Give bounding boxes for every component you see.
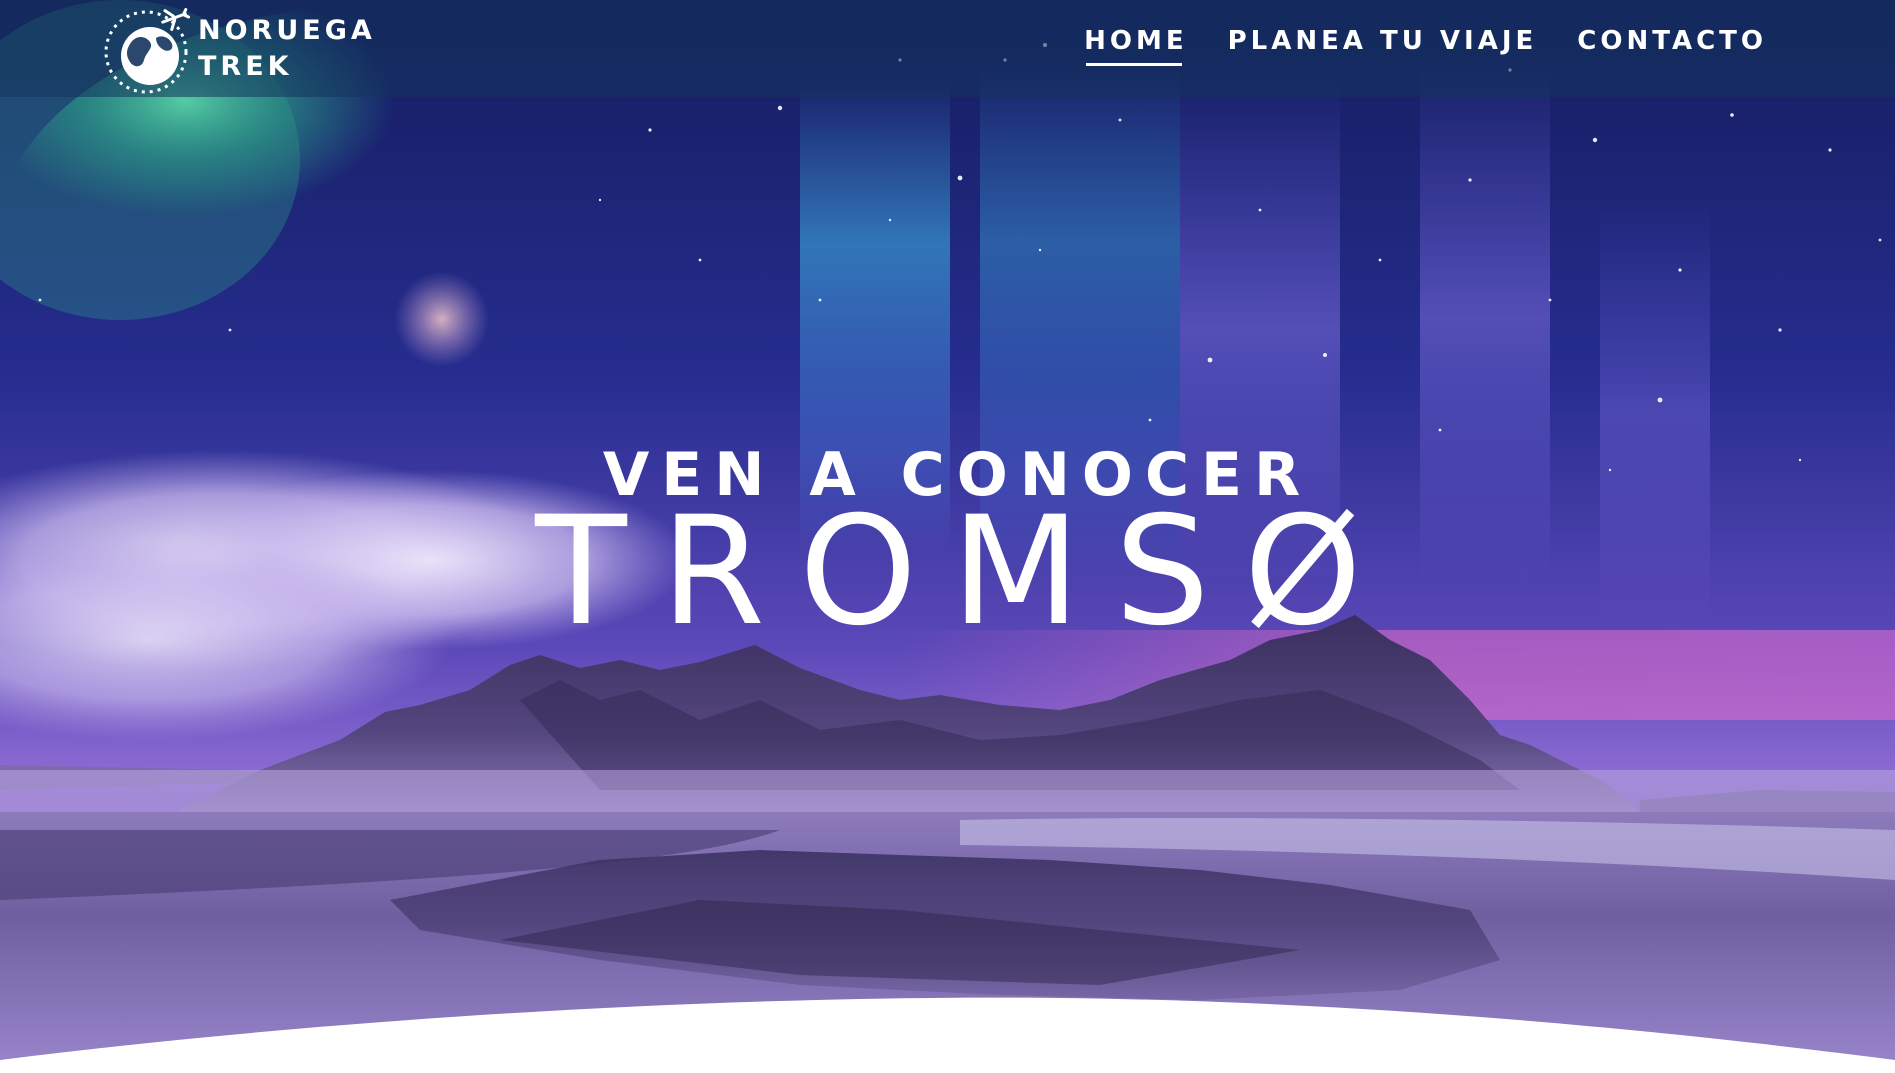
site-header: NORUEGA TREK HOME PLANEA TU VIAJE CONTAC… [0,0,1895,97]
brand-name: NORUEGA TREK [198,13,376,85]
main-navigation: HOME PLANEA TU VIAJE CONTACTO [1044,22,1767,66]
landing-page: NORUEGA TREK HOME PLANEA TU VIAJE CONTAC… [0,0,1895,1073]
globe-plane-icon [100,4,192,94]
brand-logo[interactable]: NORUEGA TREK [100,4,376,94]
nav-item-home[interactable]: HOME [1084,22,1188,66]
nav-item-contacto[interactable]: CONTACTO [1577,22,1767,66]
nav-item-planea-tu-viaje[interactable]: PLANEA TU VIAJE [1228,22,1538,66]
brand-name-line2: TREK [198,51,293,82]
hero-title: TROMSØ [535,485,1396,659]
brand-name-line1: NORUEGA [198,15,376,46]
